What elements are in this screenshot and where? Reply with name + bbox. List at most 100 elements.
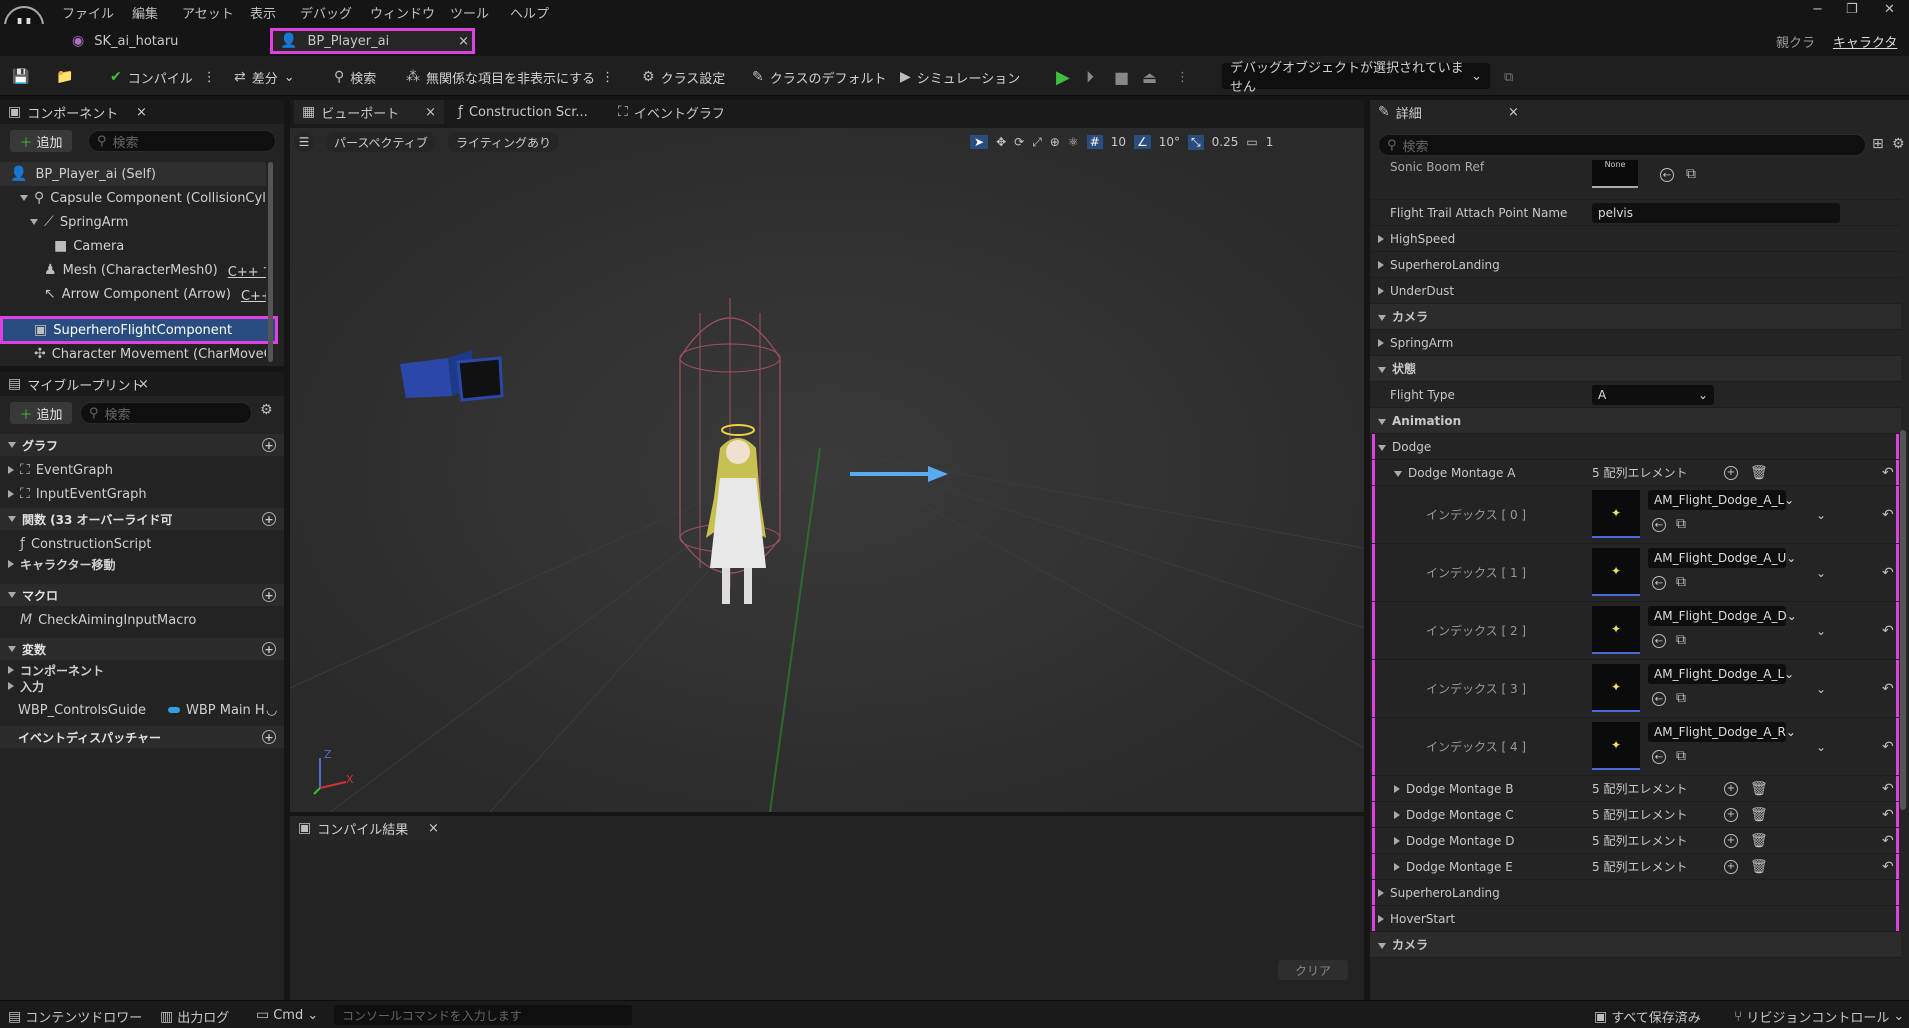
collapse-icon[interactable] — [1394, 836, 1400, 845]
components-add-button[interactable]: ＋追加 — [10, 130, 72, 152]
reset-icon[interactable]: ↶ — [1882, 739, 1894, 755]
menu-tools[interactable]: ツール — [450, 3, 489, 22]
section-variables[interactable]: 変数 + — [0, 638, 284, 660]
use-selected-icon[interactable]: ← — [1652, 692, 1666, 706]
settings-gear-icon[interactable]: ⚙ — [260, 402, 273, 418]
surface-snap-icon[interactable]: ⚛ — [1068, 135, 1079, 149]
tree-item-superhero-flight[interactable]: ▣ SuperheroFlightComponent — [0, 316, 278, 344]
tab-bp-player-ai[interactable]: 👤 BP_Player_ai × — [270, 28, 475, 54]
row-springarm[interactable]: SpringArm — [1370, 330, 1901, 356]
collapse-icon[interactable] — [1394, 862, 1400, 871]
stop-icon[interactable]: ■ — [1114, 66, 1129, 88]
browse-asset-icon[interactable]: ⧉ — [1676, 574, 1686, 590]
play-icon[interactable]: ▶ — [1056, 66, 1070, 88]
restore-icon[interactable]: ❐ — [1846, 2, 1858, 17]
browse-asset-icon[interactable]: ⧉ — [1676, 748, 1686, 764]
output-log-button[interactable]: ▥ 出力ログ — [160, 1007, 229, 1027]
montage-thumbnail-icon[interactable]: ✦ — [1592, 664, 1640, 712]
details-close-icon[interactable]: × — [1508, 105, 1519, 120]
simulation-button[interactable]: ▶ シミュレーション — [900, 66, 1020, 88]
minimize-icon[interactable]: − — [1812, 2, 1823, 17]
use-selected-icon[interactable]: ← — [1652, 576, 1666, 590]
tab-construction-script[interactable]: ƒ Construction Scr... — [450, 100, 596, 124]
compile-results-tab[interactable]: ▣ コンパイル結果 × — [290, 816, 440, 840]
cpp-edit-link[interactable]: C++ で編 — [228, 261, 266, 280]
collapse-icon[interactable] — [1394, 784, 1400, 793]
add-element-icon[interactable]: + — [1724, 833, 1738, 848]
reset-icon[interactable]: ↶ — [1882, 507, 1894, 523]
row-superhero-landing-2[interactable]: SuperheroLanding — [1370, 880, 1901, 906]
use-selected-icon[interactable]: ← — [1660, 168, 1674, 182]
components-search-input[interactable]: ⚲ 検索 — [88, 130, 276, 152]
save-all-button[interactable]: ▣ すべて保存済み — [1594, 1007, 1701, 1027]
row-superhero-landing[interactable]: SuperheroLanding — [1370, 252, 1901, 278]
browse-icon[interactable]: 📁 — [56, 66, 73, 88]
viewport-canvas[interactable]: ☰ パースペクティブ ライティングあり ➤ ✥ ⟳ ⤢ ⊕ ⚛ # 10 ∠ 1… — [290, 128, 1364, 812]
reset-icon[interactable]: ↶ — [1882, 681, 1894, 697]
step-icon[interactable]: ⏵ — [1086, 66, 1094, 88]
details-search-input[interactable]: ⚲ 検索 — [1378, 134, 1866, 156]
section-event-dispatchers[interactable]: イベントディスパッチャー + — [0, 726, 284, 748]
reset-icon[interactable]: ↶ — [1882, 465, 1894, 481]
myblueprint-close-icon[interactable]: × — [138, 377, 149, 392]
compile-results-close-icon[interactable]: × — [428, 821, 439, 836]
menu-debug[interactable]: デバッグ — [300, 3, 352, 22]
trash-icon[interactable]: 🗑 — [1750, 781, 1768, 797]
menu-asset[interactable]: アセット — [182, 3, 234, 22]
tree-item-char-movement[interactable]: ✣ Character Movement (CharMoveCon — [0, 342, 266, 366]
tree-item-camera[interactable]: ■ Camera — [0, 234, 266, 258]
section-macros[interactable]: マクロ + — [0, 584, 284, 606]
tab-event-graph[interactable]: ⛶ イベントグラフ — [610, 100, 733, 124]
scale-snap-icon[interactable]: ⤡ — [1188, 134, 1204, 150]
play-options-icon[interactable]: ⋮ — [1176, 66, 1189, 88]
camera-speed-icon[interactable]: ▭ — [1246, 135, 1257, 149]
row-dodge[interactable]: Dodge — [1370, 434, 1901, 460]
browse-asset-icon[interactable]: ⧉ — [1676, 516, 1686, 532]
item-input-event-graph[interactable]: ⛶ InputEventGraph — [0, 482, 147, 506]
reset-icon[interactable]: ↶ — [1882, 807, 1894, 823]
add-element-icon[interactable]: + — [1724, 781, 1738, 796]
flight-trail-input[interactable]: pelvis — [1592, 202, 1840, 223]
table-view-icon[interactable]: ⊞ — [1872, 136, 1884, 152]
debug-object-select[interactable]: デバッグオブジェクトが選択されていません ⌄ — [1222, 61, 1490, 95]
asset-select[interactable]: AM_Flight_Dodge_A_R ⌄ — [1648, 722, 1796, 742]
section-graph[interactable]: グラフ + — [0, 434, 284, 456]
diff-button[interactable]: ⇄ 差分 ⌄ — [234, 66, 295, 88]
tab-sk-ai-hotaru[interactable]: ◉ SK_ai_hotaru — [62, 28, 262, 54]
collapse-icon[interactable] — [1394, 810, 1400, 819]
grid-snap-value[interactable]: 10 — [1111, 135, 1126, 149]
element-menu-icon[interactable]: ⌄ — [1816, 682, 1826, 696]
item-input-category[interactable]: 入力 — [0, 674, 44, 698]
tab-close-icon[interactable]: × — [425, 105, 436, 120]
add-function-icon[interactable]: + — [262, 512, 276, 526]
details-scrollbar[interactable] — [1900, 430, 1906, 810]
tree-item-arrow[interactable]: ↖ Arrow Component (Arrow) C++ で — [0, 282, 266, 306]
angle-snap-icon[interactable]: ∠ — [1133, 135, 1151, 149]
perspective-button[interactable]: パースペクティブ — [326, 132, 436, 152]
section-camera[interactable]: カメラ — [1370, 304, 1901, 330]
add-variable-icon[interactable]: + — [262, 642, 276, 656]
cmd-select[interactable]: ▭ Cmd ⌄ — [256, 1007, 318, 1023]
debug-filter-icon[interactable]: ⧉ — [1504, 66, 1513, 88]
search-button[interactable]: ⚲ 検索 — [334, 66, 376, 88]
row-underdust[interactable]: UnderDust — [1370, 278, 1901, 304]
flight-type-select[interactable]: A ⌄ — [1592, 384, 1714, 405]
tab-close-icon[interactable]: × — [458, 34, 469, 49]
montage-thumbnail-icon[interactable]: ✦ — [1592, 490, 1640, 538]
reset-icon[interactable]: ↶ — [1882, 859, 1894, 875]
scale-tool-icon[interactable]: ⤢ — [1032, 135, 1042, 150]
tree-item-mesh[interactable]: ♟ Mesh (CharacterMesh0) C++ で編 — [0, 258, 266, 282]
use-selected-icon[interactable]: ← — [1652, 518, 1666, 532]
expand-icon[interactable] — [1394, 470, 1402, 477]
use-selected-icon[interactable]: ← — [1652, 750, 1666, 764]
compile-button[interactable]: ✔ コンパイル ⋮ — [110, 66, 216, 88]
trash-icon[interactable]: 🗑 — [1750, 465, 1768, 481]
element-menu-icon[interactable]: ⌄ — [1816, 508, 1826, 522]
myblueprint-add-button[interactable]: ＋追加 — [10, 402, 72, 424]
reset-icon[interactable]: ↶ — [1882, 623, 1894, 639]
montage-thumbnail-icon[interactable]: ✦ — [1592, 606, 1640, 654]
move-tool-icon[interactable]: ✥ — [996, 135, 1006, 149]
visibility-eye-icon[interactable]: ◡ — [266, 703, 277, 718]
camera-mesh-icon[interactable] — [400, 348, 510, 418]
menu-file[interactable]: ファイル — [62, 3, 114, 22]
